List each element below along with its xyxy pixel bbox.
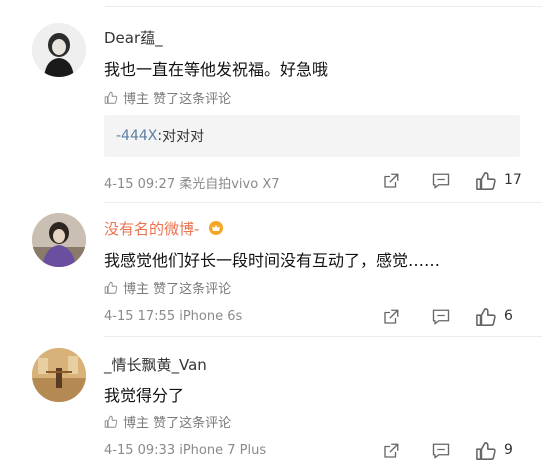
comment-icon[interactable]	[431, 172, 451, 194]
thumbs-up-icon	[104, 91, 118, 104]
forward-icon[interactable]	[382, 172, 400, 194]
comment-meta: 4-15 09:27 柔光自拍vivo X7	[104, 177, 280, 192]
avatar[interactable]	[32, 23, 86, 77]
thumbs-up-icon[interactable]	[475, 307, 497, 331]
author-liked-label: 博主 赞了这条评论	[123, 282, 232, 297]
forward-icon[interactable]	[382, 308, 400, 330]
author-liked-label: 博主 赞了这条评论	[123, 92, 232, 107]
comment-meta: 4-15 17:55 iPhone 6s	[104, 309, 243, 324]
forward-icon[interactable]	[382, 442, 400, 464]
thumbs-up-icon	[104, 281, 118, 294]
comment-icon[interactable]	[431, 442, 451, 464]
author-liked-label: 博主 赞了这条评论	[123, 416, 232, 431]
avatar[interactable]	[32, 213, 86, 267]
comment-text: 我觉得分了	[104, 386, 185, 405]
comment-username[interactable]: 没有名的微博-	[104, 218, 225, 240]
comment-icon[interactable]	[431, 308, 451, 330]
comment-meta: 4-15 09:33 iPhone 7 Plus	[104, 443, 267, 458]
reply-username[interactable]: -444X	[116, 128, 157, 144]
top-divider	[105, 6, 542, 7]
author-liked-notice: 博主 赞了这条评论	[104, 412, 231, 431]
avatar[interactable]	[32, 348, 86, 402]
comment-text: 我感觉他们好长一段时间没有互动了，感觉……	[104, 251, 441, 270]
like-count: 17	[504, 172, 522, 188]
comment-username[interactable]: _情长飘黄_Van	[104, 354, 207, 375]
comment-username[interactable]: Dear蕴_	[104, 27, 163, 48]
sub-reply[interactable]: -444X: 对对对	[104, 115, 520, 157]
thumbs-up-icon[interactable]	[475, 171, 497, 195]
like-count: 6	[504, 308, 513, 324]
comment-divider	[104, 202, 542, 203]
author-liked-notice: 博主 赞了这条评论	[104, 278, 231, 297]
comment-divider	[104, 336, 542, 337]
reply-text: 对对对	[162, 129, 205, 145]
like-count: 9	[504, 442, 513, 458]
comment-username-text: 没有名的微博-	[104, 220, 200, 238]
thumbs-up-icon	[104, 415, 118, 428]
comment-text: 我也一直在等他发祝福。好急哦	[104, 60, 329, 79]
thumbs-up-icon[interactable]	[475, 441, 497, 465]
vip-badge-icon	[207, 220, 225, 240]
author-liked-notice: 博主 赞了这条评论	[104, 88, 231, 107]
